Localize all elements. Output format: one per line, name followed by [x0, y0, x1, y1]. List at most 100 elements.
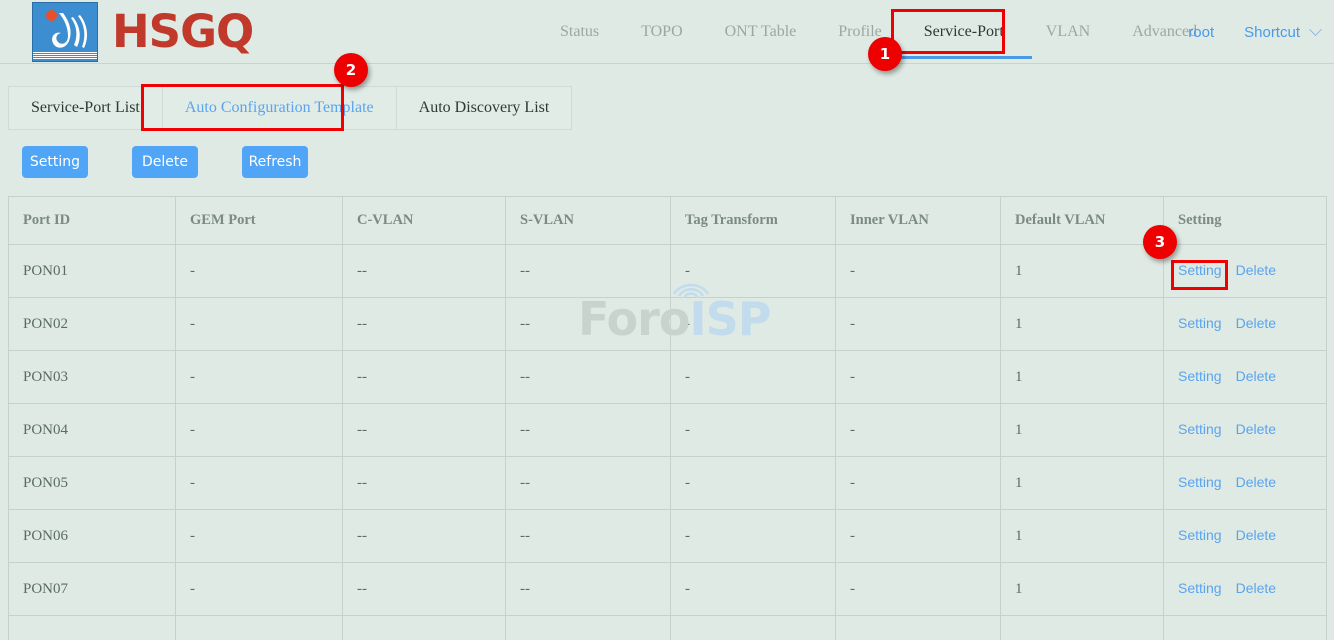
column-header-port-id: Port ID — [9, 197, 176, 245]
cell-tag-transform: - — [671, 563, 836, 616]
tab-auto-configuration-template[interactable]: Auto Configuration Template — [163, 87, 397, 129]
row-delete-link[interactable]: Delete — [1236, 368, 1276, 384]
cell-port-id: PON05 — [9, 457, 176, 510]
cell-gem-port: - — [176, 351, 343, 404]
cell-inner-vlan: - — [836, 510, 1001, 563]
shortcut-label: Shortcut — [1244, 24, 1300, 41]
brand-logo: HSGQ — [32, 2, 253, 62]
cell-port-id: PON06 — [9, 510, 176, 563]
row-setting-link[interactable]: Setting — [1178, 421, 1222, 437]
column-header-c-vlan: C-VLAN — [343, 197, 506, 245]
cell-s-vlan: -- — [506, 563, 671, 616]
cell-default-vlan: 1 — [1001, 404, 1164, 457]
cell-s-vlan: -- — [506, 298, 671, 351]
nav-item-service-port[interactable]: Service-Port — [924, 0, 1004, 64]
page-root: HSGQ Status TOPO ONT Table Profile Servi… — [0, 0, 1334, 640]
nav-item-profile[interactable]: Profile — [838, 0, 882, 64]
row-delete-link[interactable]: Delete — [1236, 421, 1276, 437]
cell-c-vlan: -- — [343, 298, 506, 351]
table-row: PON03-------1SettingDelete — [9, 351, 1327, 404]
cell-tag-transform — [671, 616, 836, 640]
cell-default-vlan: 1 — [1001, 510, 1164, 563]
row-delete-link[interactable]: Delete — [1236, 527, 1276, 543]
auto-configuration-template-table: Port ID GEM Port C-VLAN S-VLAN Tag Trans… — [8, 196, 1327, 640]
column-header-tag-transform: Tag Transform — [671, 197, 836, 245]
cell-c-vlan: -- — [343, 245, 506, 298]
setting-button[interactable]: Setting — [22, 146, 88, 178]
cell-gem-port: - — [176, 563, 343, 616]
tab-service-port-list[interactable]: Service-Port List — [9, 87, 163, 129]
cell-c-vlan: -- — [343, 351, 506, 404]
cell-inner-vlan: - — [836, 245, 1001, 298]
cell-default-vlan: 1 — [1001, 457, 1164, 510]
cell-setting-actions: Setting Delete — [1164, 563, 1327, 616]
cell-tag-transform: - — [671, 404, 836, 457]
cell-s-vlan: -- — [506, 245, 671, 298]
cell-c-vlan: -- — [343, 457, 506, 510]
app-header: HSGQ Status TOPO ONT Table Profile Servi… — [0, 0, 1334, 64]
tab-auto-discovery-list[interactable]: Auto Discovery List — [397, 87, 572, 129]
cell-default-vlan — [1001, 616, 1164, 640]
toolbar: Setting Delete Refresh — [0, 130, 1334, 178]
column-header-s-vlan: S-VLAN — [506, 197, 671, 245]
nav-item-ont-table[interactable]: ONT Table — [725, 0, 797, 64]
delete-button[interactable]: Delete — [132, 146, 198, 178]
row-setting-link[interactable]: Setting — [1178, 474, 1222, 490]
tabstrip-container: Service-Port List Auto Configuration Tem… — [0, 64, 1334, 130]
brand-name: HSGQ — [112, 9, 253, 54]
table-body: PON01-------1SettingDeletePON02-------1S… — [9, 245, 1327, 640]
cell-port-id: PON03 — [9, 351, 176, 404]
cell-setting-actions: Setting Delete — [1164, 298, 1327, 351]
cell-tag-transform: - — [671, 351, 836, 404]
cell-tag-transform: - — [671, 457, 836, 510]
row-setting-link[interactable]: Setting — [1178, 262, 1222, 278]
cell-tag-transform: - — [671, 510, 836, 563]
cell-port-id: PON01 — [9, 245, 176, 298]
row-delete-link[interactable]: Delete — [1236, 315, 1276, 331]
cell-inner-vlan — [836, 616, 1001, 640]
cell-default-vlan: 1 — [1001, 351, 1164, 404]
row-setting-link[interactable]: Setting — [1178, 527, 1222, 543]
cell-port-id: PON07 — [9, 563, 176, 616]
cell-inner-vlan: - — [836, 404, 1001, 457]
nav-item-status[interactable]: Status — [560, 0, 599, 64]
table-row — [9, 616, 1327, 640]
cell-s-vlan: -- — [506, 457, 671, 510]
row-setting-link[interactable]: Setting — [1178, 368, 1222, 384]
nav-item-vlan[interactable]: VLAN — [1046, 0, 1090, 64]
cell-default-vlan: 1 — [1001, 245, 1164, 298]
row-delete-link[interactable]: Delete — [1236, 580, 1276, 596]
cell-s-vlan: -- — [506, 404, 671, 457]
cell-setting-actions: Setting Delete — [1164, 510, 1327, 563]
refresh-button[interactable]: Refresh — [242, 146, 308, 178]
cell-gem-port: - — [176, 404, 343, 457]
cell-setting-actions — [1164, 616, 1327, 640]
table-row: PON06-------1SettingDelete — [9, 510, 1327, 563]
table-header-row: Port ID GEM Port C-VLAN S-VLAN Tag Trans… — [9, 197, 1327, 245]
row-delete-link[interactable]: Delete — [1236, 262, 1276, 278]
cell-setting-actions: Setting Delete — [1164, 245, 1327, 298]
row-delete-link[interactable]: Delete — [1236, 474, 1276, 490]
cell-s-vlan — [506, 616, 671, 640]
current-user-label[interactable]: root — [1188, 24, 1214, 41]
main-nav: Status TOPO ONT Table Profile Service-Po… — [560, 0, 1239, 64]
row-setting-link[interactable]: Setting — [1178, 580, 1222, 596]
shortcut-menu[interactable]: Shortcut — [1244, 24, 1320, 41]
cell-gem-port: - — [176, 457, 343, 510]
logo-stripes-icon — [33, 52, 97, 61]
cell-c-vlan: -- — [343, 510, 506, 563]
tabstrip: Service-Port List Auto Configuration Tem… — [8, 86, 572, 130]
cell-inner-vlan: - — [836, 298, 1001, 351]
cell-port-id: PON02 — [9, 298, 176, 351]
row-setting-link[interactable]: Setting — [1178, 315, 1222, 331]
cell-inner-vlan: - — [836, 457, 1001, 510]
table-container: Port ID GEM Port C-VLAN S-VLAN Tag Trans… — [0, 178, 1334, 640]
cell-s-vlan: -- — [506, 351, 671, 404]
cell-gem-port: - — [176, 245, 343, 298]
cell-c-vlan: -- — [343, 563, 506, 616]
header-user-area: root Shortcut — [1188, 0, 1320, 64]
nav-item-topo[interactable]: TOPO — [641, 0, 683, 64]
cell-s-vlan: -- — [506, 510, 671, 563]
column-header-default-vlan: Default VLAN — [1001, 197, 1164, 245]
cell-port-id — [9, 616, 176, 640]
